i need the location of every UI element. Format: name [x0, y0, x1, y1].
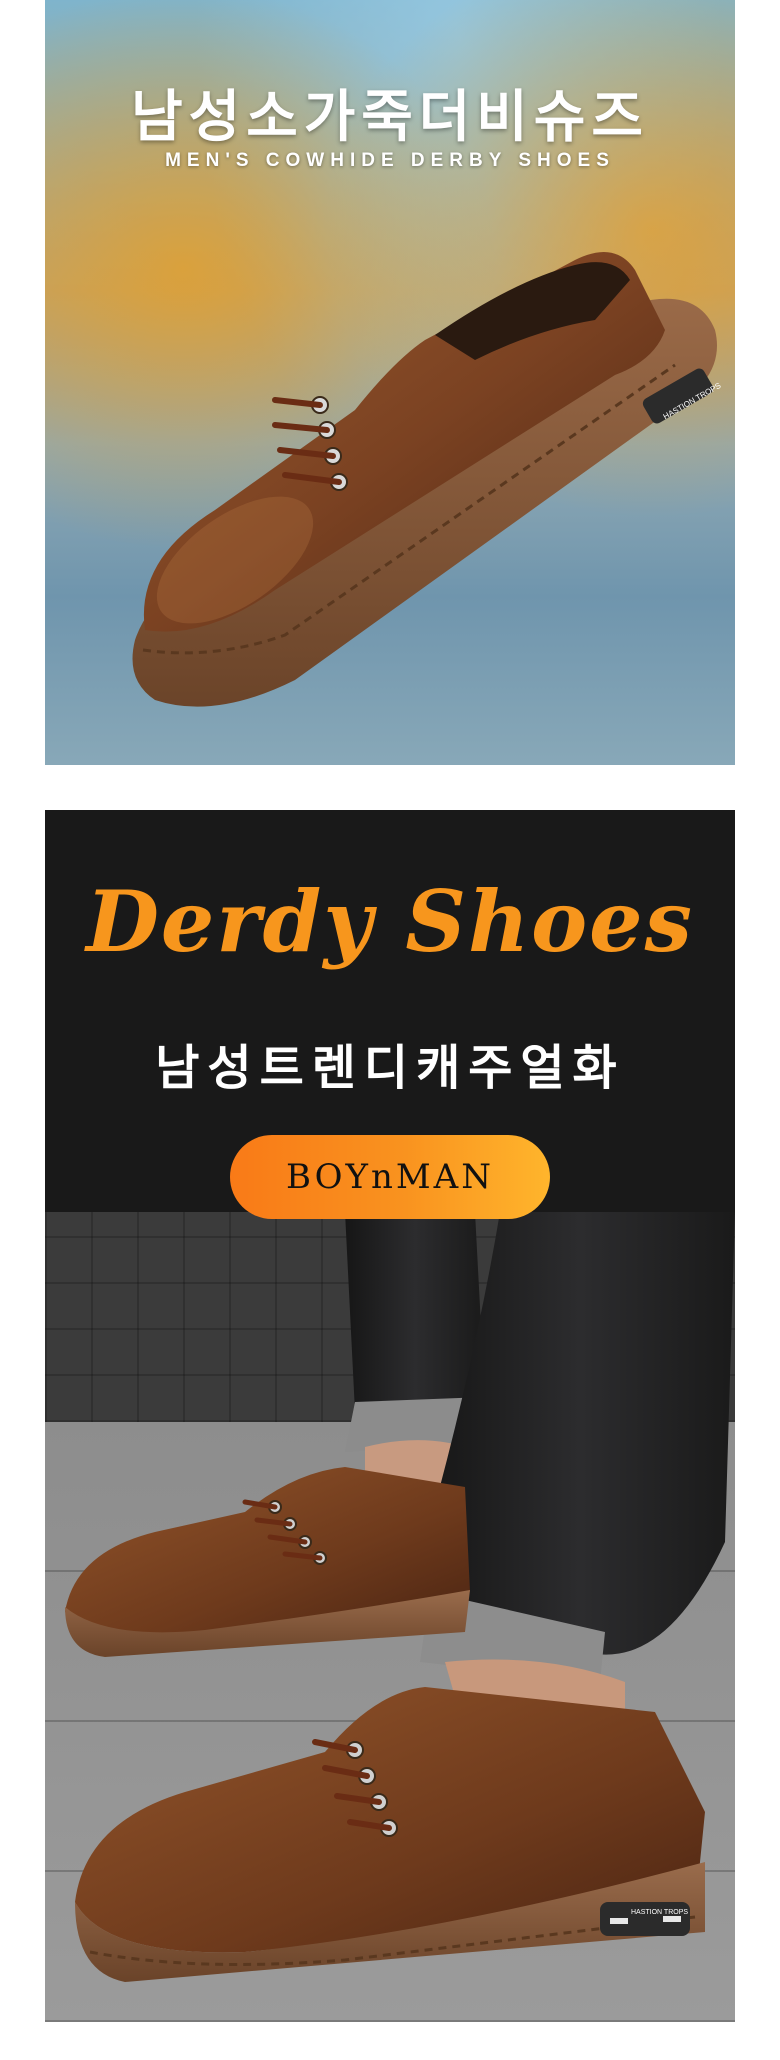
- lifestyle-photo: HASTION TROPS: [45, 1212, 735, 2022]
- lifestyle-shoe-logo-text: HASTION TROPS: [631, 1909, 688, 1916]
- lifestyle-banner: Derdy Shoes 남성트렌디캐주얼화 BOYnMAN HASTION TR…: [45, 810, 735, 2022]
- derby-shoes-title: Derdy Shoes: [86, 872, 694, 971]
- brand-badge: BOYnMAN: [230, 1135, 550, 1219]
- hero-banner: 남성소가죽더비슈즈 MEN'S COWHIDE DERBY SHOES HAST…: [45, 0, 735, 765]
- hero-shoe-image: HASTION TROPS: [132, 252, 723, 707]
- hero-title-korean: 남성소가죽더비슈즈: [131, 85, 649, 150]
- model-legs-and-shoes-image: HASTION TROPS: [65, 1212, 735, 1982]
- lifestyle-subtitle-korean: 남성트렌디캐주얼화: [155, 1040, 625, 1096]
